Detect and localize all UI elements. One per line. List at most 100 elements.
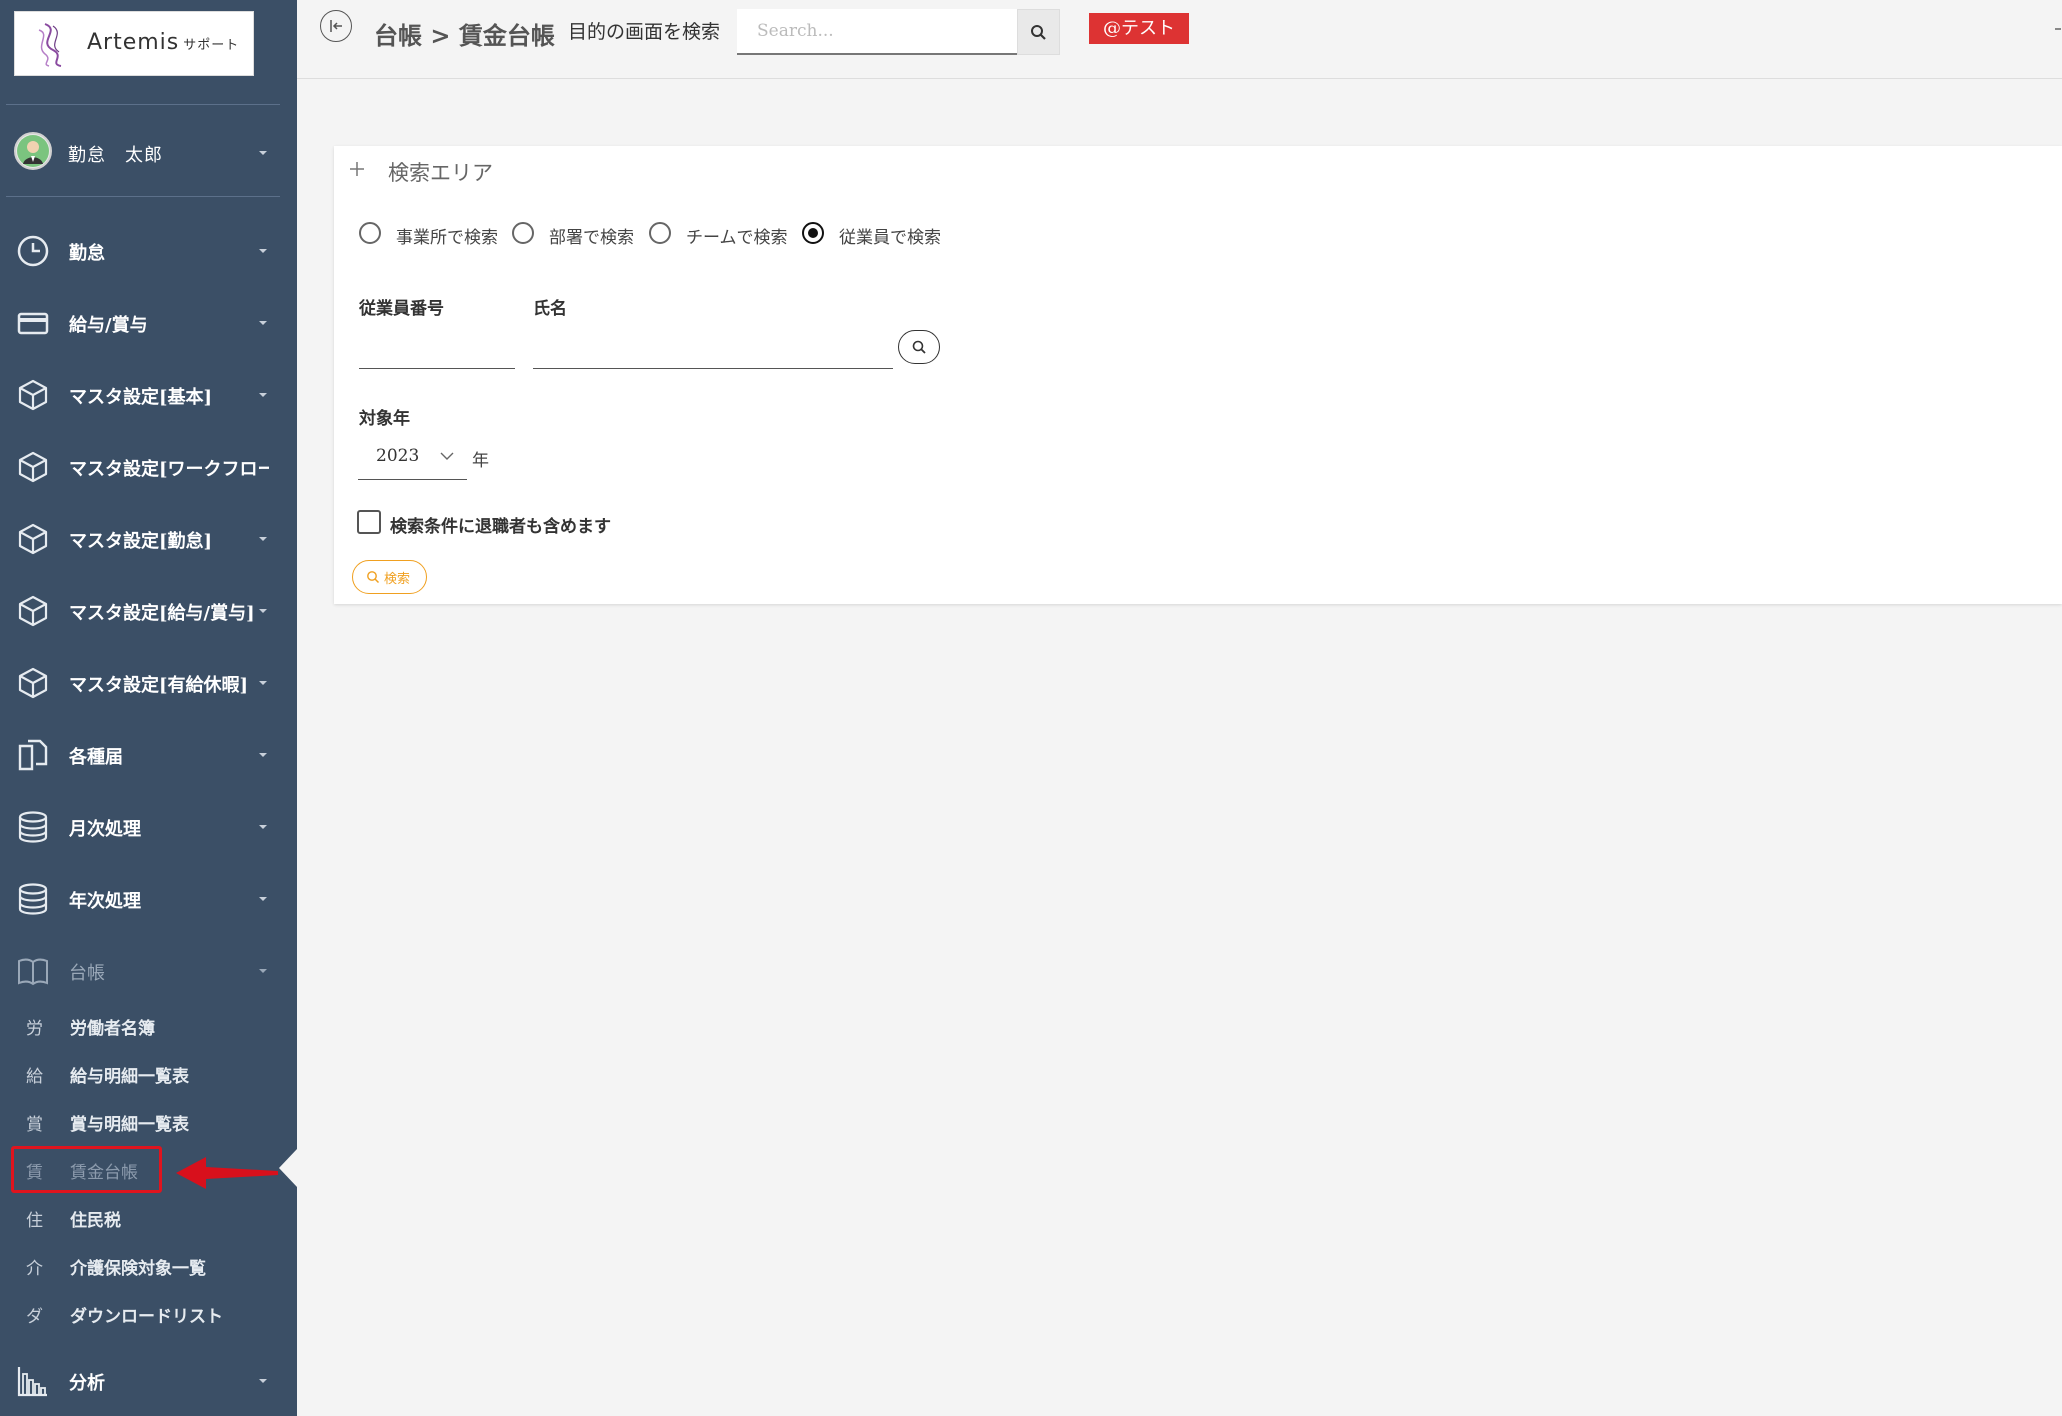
sidebar-item-analysis[interactable]: 分析	[0, 1350, 297, 1410]
collapse-sidebar-button[interactable]	[320, 10, 352, 42]
sidebar-item-label: マスタ設定[ワークフロー]	[69, 459, 269, 480]
app-logo[interactable]: Artemis サポート	[14, 11, 254, 76]
sidebar-subitem-bonus-list[interactable]: 賞 賞与明細一覧表	[0, 1099, 297, 1143]
sidebar-subitem-abbr: 住	[26, 1211, 43, 1231]
chevron-down-icon	[440, 452, 454, 460]
sidebar-subitem-label: 介護保険対象一覧	[70, 1259, 206, 1279]
chevron-down-icon	[259, 681, 267, 685]
active-item-notch	[279, 1149, 297, 1187]
sidebar-subitem-label: 住民税	[70, 1211, 121, 1231]
target-year-label: 対象年	[359, 409, 410, 429]
sidebar-subitem-worker-register[interactable]: 労 労働者名簿	[0, 1003, 297, 1047]
chevron-down-icon	[259, 969, 267, 973]
employee-number-input[interactable]	[359, 335, 515, 369]
cube-icon	[18, 379, 48, 411]
radio-department[interactable]	[512, 222, 534, 244]
chevron-down-icon	[259, 753, 267, 757]
sidebar-item-master-paid-leave[interactable]: マスタ設定[有給休暇]	[0, 652, 297, 712]
sidebar-subitem-download-list[interactable]: ダ ダウンロードリスト	[0, 1291, 297, 1335]
user-name: 勤怠 太郎	[68, 145, 163, 166]
sidebar-item-label: マスタ設定[給与/賞与]	[69, 603, 255, 624]
sidebar-subitem-label: 賞与明細一覧表	[70, 1115, 189, 1135]
chevron-down-icon	[259, 825, 267, 829]
collapse-left-icon	[330, 20, 342, 32]
radio-employee[interactable]	[802, 222, 824, 244]
search-area-title: 検索エリア	[388, 161, 493, 185]
sidebar-subitem-payslip-list[interactable]: 給 給与明細一覧表	[0, 1051, 297, 1095]
sidebar-subitem-abbr: 労	[26, 1019, 43, 1039]
screen-search-label: 目的の画面を検索	[568, 21, 721, 43]
sidebar-subitem-care-insurance[interactable]: 介 介護保険対象一覧	[0, 1243, 297, 1287]
annotation-arrow-icon	[176, 1157, 278, 1189]
credit-card-icon	[17, 312, 49, 335]
sidebar-item-master-basic[interactable]: マスタ設定[基本]	[0, 364, 297, 424]
cube-icon	[18, 451, 48, 483]
chevron-down-icon	[259, 537, 267, 541]
user-menu[interactable]: 勤怠 太郎	[0, 128, 297, 178]
sidebar-item-label: マスタ設定[有給休暇]	[69, 675, 249, 696]
chevron-down-icon	[259, 393, 267, 397]
sidebar-item-attendance[interactable]: 勤怠	[0, 220, 297, 280]
sidebar-item-label: 勤怠	[69, 243, 105, 264]
year-unit-label: 年	[472, 451, 489, 471]
sidebar-item-label: 各種届	[69, 747, 123, 768]
search-icon	[912, 340, 926, 354]
sidebar-subitem-label: 労働者名簿	[70, 1019, 155, 1039]
chevron-down-icon	[259, 151, 267, 155]
chevron-down-icon	[259, 321, 267, 325]
sidebar-subitem-abbr: 賞	[26, 1115, 43, 1135]
sidebar-subitem-abbr: ダ	[26, 1307, 43, 1327]
screen-search-input[interactable]	[737, 9, 1017, 55]
sidebar-subitem-resident-tax[interactable]: 住 住民税	[0, 1195, 297, 1239]
bar-chart-icon	[17, 1367, 47, 1397]
book-icon	[18, 958, 48, 986]
menu-edge-icon[interactable]	[2055, 28, 2061, 30]
search-button-label: 検索	[384, 572, 411, 587]
breadcrumb: 台帳 > 賃金台帳	[374, 21, 555, 50]
sidebar-item-label: 給与/賞与	[69, 315, 148, 336]
sidebar-item-label: マスタ設定[基本]	[69, 387, 213, 408]
cube-icon	[18, 523, 48, 555]
database-icon	[18, 883, 48, 915]
target-year-value: 2023	[376, 446, 420, 466]
artemis-logo-icon	[38, 23, 62, 67]
employee-lookup-button[interactable]	[898, 330, 940, 364]
sidebar: Artemis サポート 勤怠 太郎 勤怠 給与/賞与 マスタ設定[基本] マス…	[0, 0, 297, 1416]
target-year-select[interactable]: 2023	[358, 438, 467, 480]
search-button[interactable]: 検索	[352, 560, 427, 594]
employee-number-label: 従業員番号	[359, 299, 444, 319]
employee-name-input[interactable]	[533, 335, 893, 369]
sidebar-item-label: 台帳	[69, 963, 105, 984]
radio-label: 部署で検索	[549, 228, 634, 248]
radio-office[interactable]	[359, 222, 381, 244]
sidebar-divider	[6, 196, 280, 197]
sidebar-item-label: マスタ設定[勤怠]	[69, 531, 213, 552]
chevron-down-icon	[259, 249, 267, 253]
radio-label: チームで検索	[686, 228, 788, 248]
radio-label: 事業所で検索	[396, 228, 498, 248]
cube-icon	[18, 595, 48, 627]
documents-icon	[18, 739, 48, 771]
sidebar-item-yearly[interactable]: 年次処理	[0, 868, 297, 928]
sidebar-item-forms[interactable]: 各種届	[0, 724, 297, 784]
sidebar-item-ledger[interactable]: 台帳	[0, 940, 297, 1000]
sidebar-item-label: 月次処理	[69, 819, 141, 840]
app-logo-sub: サポート	[183, 38, 240, 53]
search-icon	[367, 571, 380, 584]
search-icon	[1031, 25, 1046, 40]
database-icon	[18, 811, 48, 843]
sidebar-item-payroll[interactable]: 給与/賞与	[0, 292, 297, 352]
sidebar-item-master-payroll[interactable]: マスタ設定[給与/賞与]	[0, 580, 297, 640]
expand-plus-icon[interactable]	[348, 160, 366, 178]
sidebar-item-master-workflow[interactable]: マスタ設定[ワークフロー]	[0, 436, 297, 496]
sidebar-subitem-abbr: 介	[26, 1259, 43, 1279]
app-logo-text: Artemis	[87, 30, 180, 55]
include-retired-checkbox[interactable]	[357, 510, 381, 534]
chevron-down-icon	[259, 1379, 267, 1383]
sidebar-item-monthly[interactable]: 月次処理	[0, 796, 297, 856]
sidebar-item-master-attendance[interactable]: マスタ設定[勤怠]	[0, 508, 297, 568]
sidebar-item-label: 分析	[69, 1373, 105, 1394]
radio-team[interactable]	[649, 222, 671, 244]
screen-search-button[interactable]	[1017, 9, 1060, 55]
sidebar-divider	[6, 104, 280, 105]
